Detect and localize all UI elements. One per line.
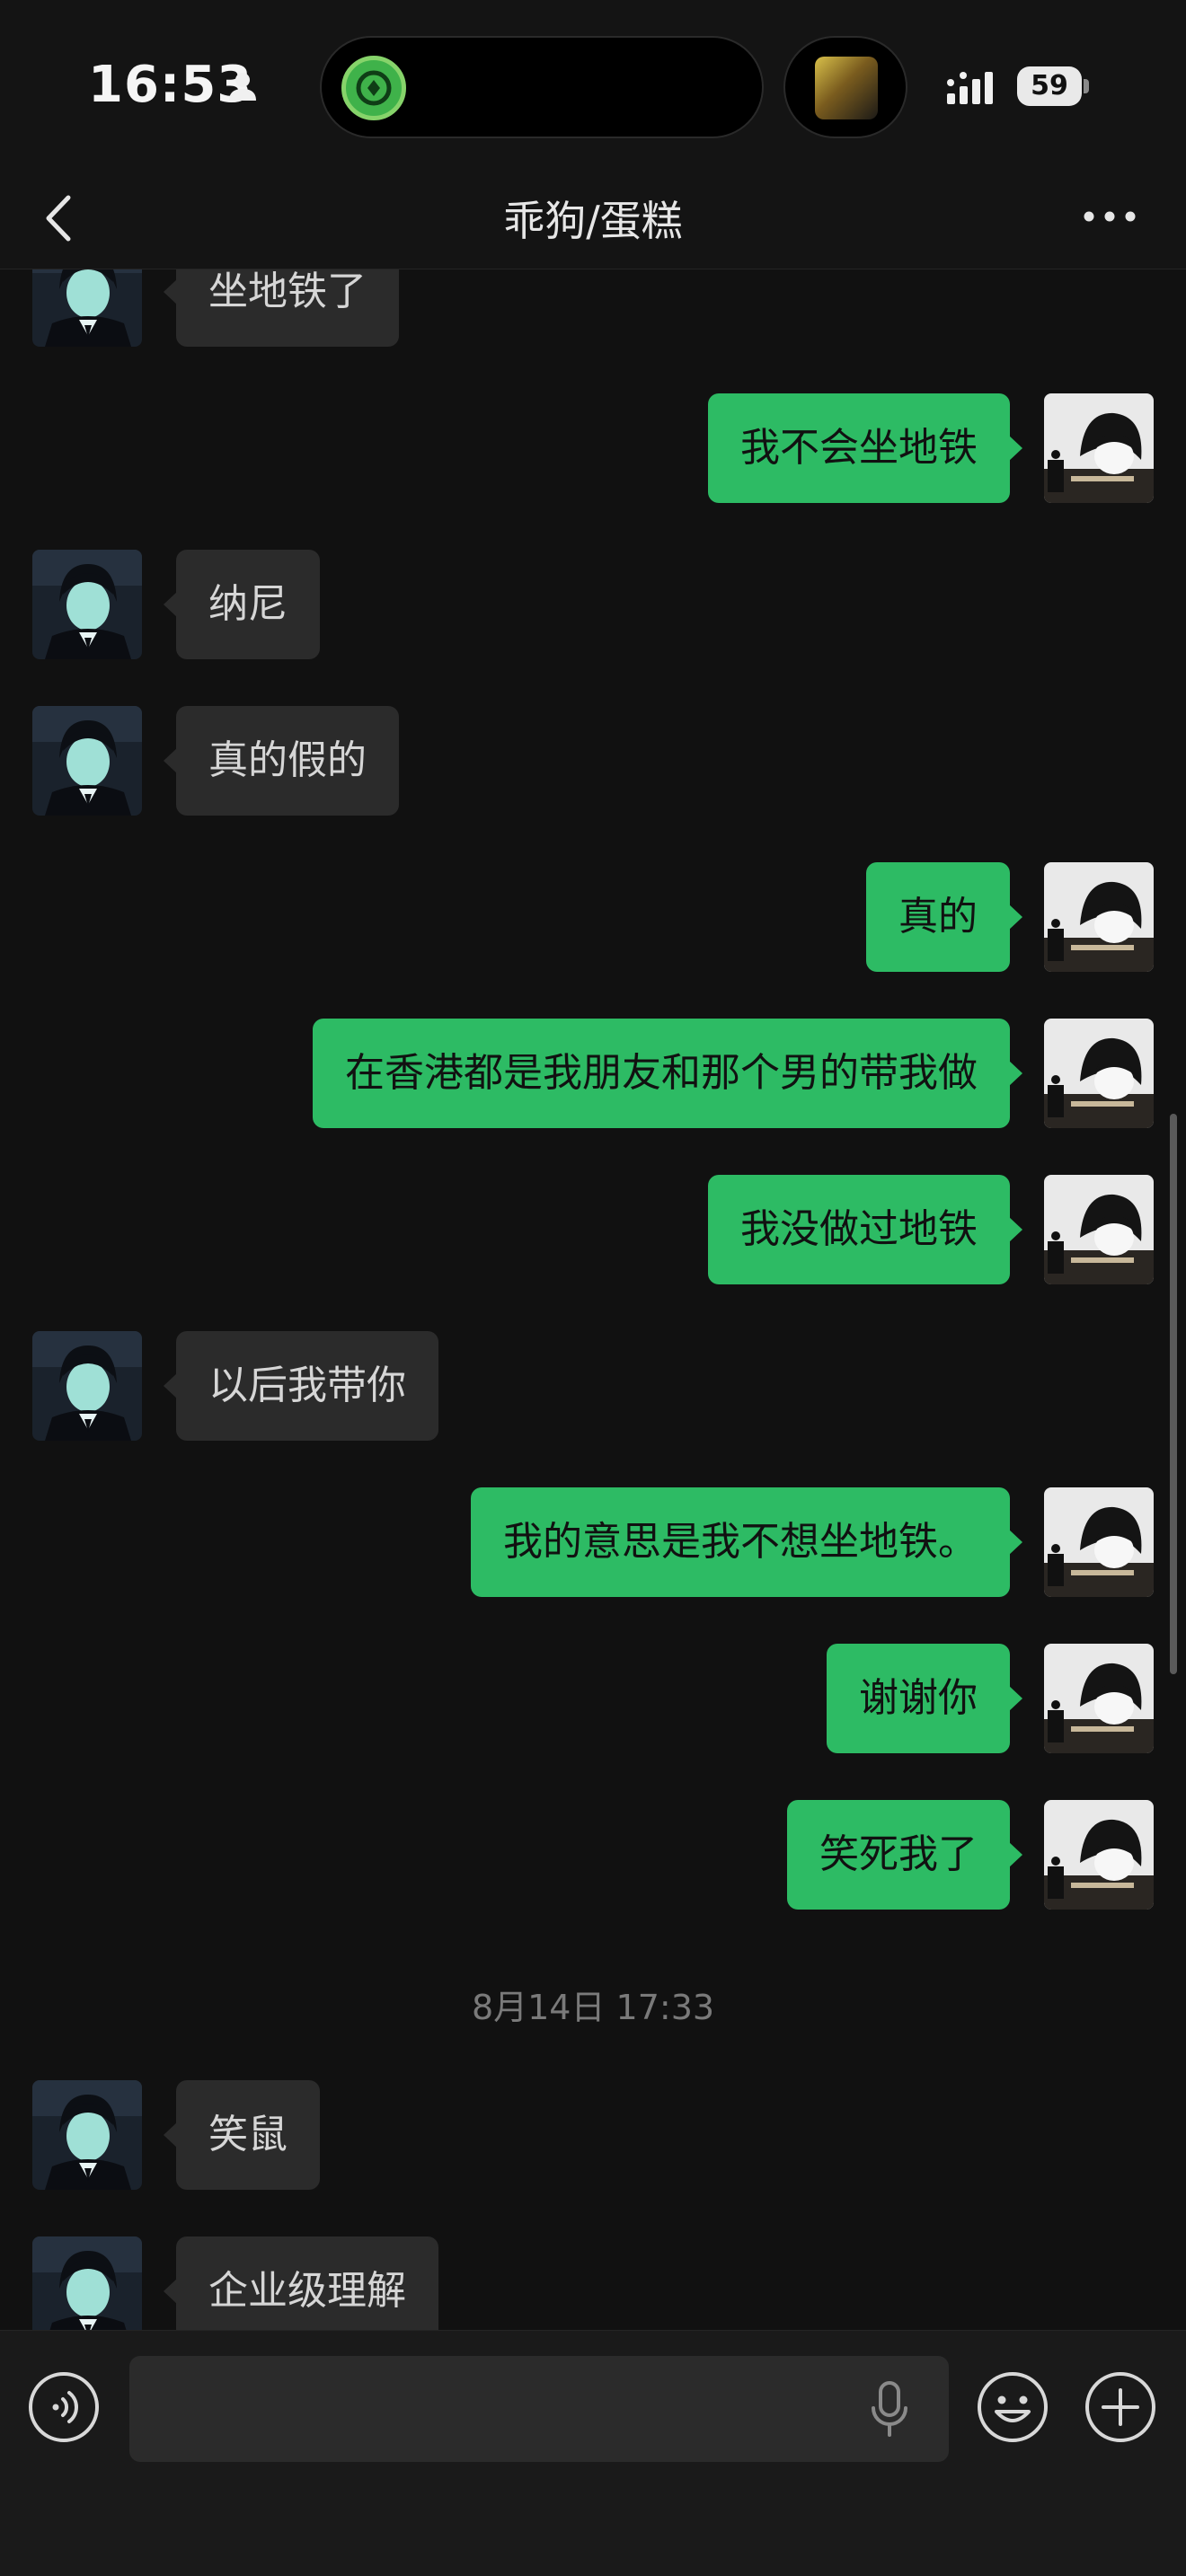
plus-icon[interactable] [1084, 2370, 1157, 2444]
message-input[interactable] [129, 2356, 949, 2462]
person-icon [229, 73, 256, 101]
sent-message-bubble[interactable]: 笑死我了 [787, 1800, 1022, 1910]
more-icon[interactable] [1078, 203, 1141, 230]
chat-screen: 16:53 59 乖狗/蛋糕 8月14日 17:33 坐地铁了 我不会坐地铁 纳… [0, 0, 1186, 2576]
message-row: 谢谢你 [0, 1644, 1186, 1755]
scrollbar[interactable] [1170, 1114, 1177, 1674]
contact-avatar[interactable] [32, 2236, 142, 2330]
input-bar [0, 2330, 1186, 2576]
now-playing-island[interactable] [783, 36, 907, 138]
sent-message-bubble[interactable]: 真的 [866, 862, 1022, 972]
contact-avatar[interactable] [32, 269, 142, 347]
message-row: 真的 [0, 862, 1186, 974]
contact-avatar[interactable] [32, 706, 142, 816]
contact-avatar[interactable] [32, 550, 142, 659]
my-avatar[interactable] [1044, 393, 1154, 503]
received-message-bubble[interactable]: 以后我带你 [164, 1331, 438, 1441]
battery-icon: 59 [1017, 66, 1082, 106]
my-avatar[interactable] [1044, 1487, 1154, 1597]
message-row: 我不会坐地铁 [0, 393, 1186, 505]
received-message-bubble[interactable]: 坐地铁了 [164, 269, 399, 347]
nav-bar: 乖狗/蛋糕 [0, 171, 1186, 269]
my-avatar[interactable] [1044, 862, 1154, 972]
message-row: 坐地铁了 [0, 269, 1186, 348]
contact-avatar[interactable] [32, 2080, 142, 2190]
message-row: 纳尼 [0, 550, 1186, 661]
received-message-bubble[interactable]: 企业级理解 [164, 2236, 438, 2330]
received-message-bubble[interactable]: 真的假的 [164, 706, 399, 816]
chat-title: 乖狗/蛋糕 [503, 197, 683, 245]
received-message-bubble[interactable]: 纳尼 [164, 550, 320, 659]
contact-avatar[interactable] [32, 1331, 142, 1441]
sent-message-bubble[interactable]: 在香港都是我朋友和那个男的带我做 [313, 1019, 1022, 1128]
signal-icon [947, 72, 993, 104]
dynamic-island[interactable] [320, 36, 764, 138]
my-avatar[interactable] [1044, 1800, 1154, 1910]
message-row: 笑死我了 [0, 1800, 1186, 1911]
sent-message-bubble[interactable]: 我的意思是我不想坐地铁。 [471, 1487, 1022, 1597]
message-row: 在香港都是我朋友和那个男的带我做 [0, 1019, 1186, 1130]
voice-icon[interactable] [27, 2370, 101, 2444]
message-row: 以后我带你 [0, 1331, 1186, 1442]
battery-level: 59 [1031, 70, 1068, 101]
message-row: 笑鼠 [0, 2080, 1186, 2192]
mic-icon[interactable] [864, 2379, 915, 2439]
dynamic-island-app-icon[interactable] [341, 56, 406, 120]
received-message-bubble[interactable]: 笑鼠 [164, 2080, 320, 2190]
message-timestamp: 8月14日 17:33 [471, 1988, 715, 2027]
message-list[interactable]: 8月14日 17:33 坐地铁了我不会坐地铁纳尼真的假的真的在香港都是我朋友和那… [0, 269, 1186, 2330]
emoji-icon[interactable] [976, 2370, 1049, 2444]
message-row: 真的假的 [0, 706, 1186, 817]
album-art [815, 57, 878, 119]
message-row: 我没做过地铁 [0, 1175, 1186, 1286]
my-avatar[interactable] [1044, 1175, 1154, 1284]
status-bar: 16:53 59 [0, 0, 1186, 171]
sent-message-bubble[interactable]: 我没做过地铁 [708, 1175, 1022, 1284]
battery-cap [1084, 79, 1089, 93]
message-row: 我的意思是我不想坐地铁。 [0, 1487, 1186, 1599]
back-icon[interactable] [41, 187, 77, 250]
sent-message-bubble[interactable]: 我不会坐地铁 [708, 393, 1022, 503]
message-row: 企业级理解 [0, 2236, 1186, 2330]
sent-message-bubble[interactable]: 谢谢你 [827, 1644, 1022, 1753]
my-avatar[interactable] [1044, 1019, 1154, 1128]
my-avatar[interactable] [1044, 1644, 1154, 1753]
